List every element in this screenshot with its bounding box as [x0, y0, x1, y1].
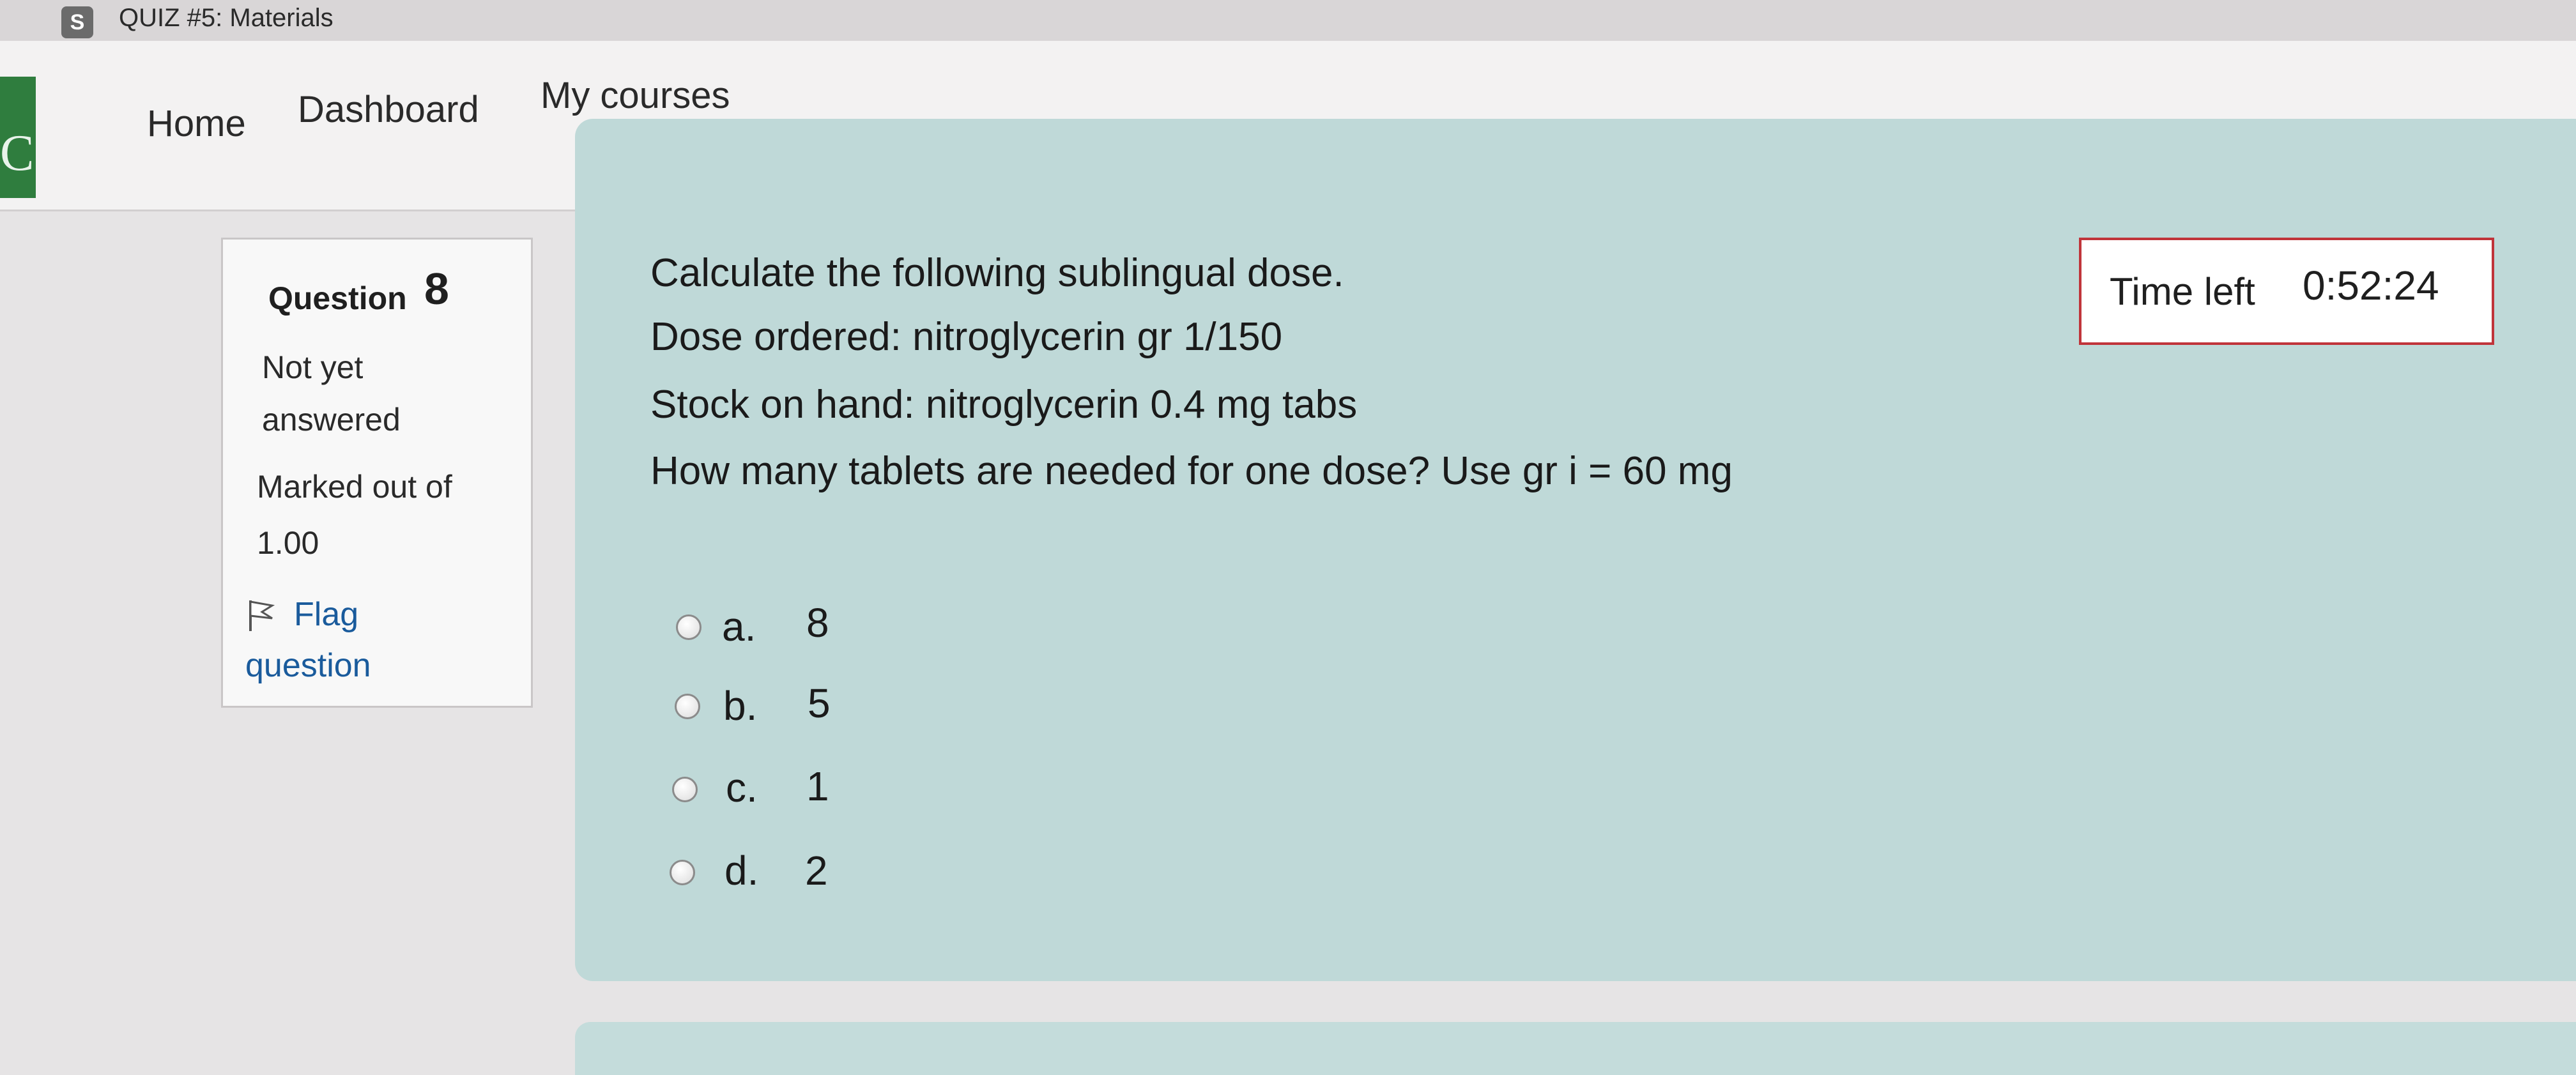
- option-d-letter: d.: [724, 848, 759, 894]
- question-text-line: Dose ordered: nitroglycerin gr 1/150: [650, 315, 1283, 359]
- option-d-value[interactable]: 2: [805, 847, 828, 894]
- nav-my-courses-link[interactable]: My courses: [540, 74, 730, 117]
- tab-favicon-icon: S: [61, 6, 93, 38]
- option-a-value[interactable]: 8: [806, 599, 829, 646]
- question-status: Not yet answered: [262, 349, 401, 438]
- question-text-line: Stock on hand: nitroglycerin 0.4 mg tabs: [650, 383, 1358, 427]
- browser-tab-bar: [0, 0, 2576, 42]
- browser-tab-title[interactable]: QUIZ #5: Materials: [119, 4, 334, 33]
- option-c-value[interactable]: 1: [806, 763, 829, 810]
- question-text-line: How many tablets are needed for one dose…: [650, 449, 1733, 493]
- option-a-letter: a.: [722, 604, 756, 650]
- option-b-radio[interactable]: [675, 694, 700, 719]
- option-d-radio[interactable]: [670, 860, 695, 885]
- question-text-line: Calculate the following sublingual dose.: [650, 251, 1344, 295]
- option-b-value[interactable]: 5: [808, 680, 831, 727]
- question-marked-out-of: Marked out of 1.00: [257, 469, 452, 561]
- option-a-radio[interactable]: [676, 614, 702, 640]
- option-b-letter: b.: [723, 683, 758, 729]
- option-c-radio[interactable]: [672, 777, 698, 802]
- timer-label: Time left: [2110, 270, 2255, 313]
- site-logo[interactable]: C: [0, 77, 36, 198]
- question-label: Question: [268, 280, 407, 316]
- question-number: 8: [424, 264, 449, 314]
- timer-value: 0:52:24: [2303, 263, 2439, 309]
- nav-home-link[interactable]: Home: [147, 102, 246, 145]
- next-content-panel: [575, 1022, 2576, 1075]
- option-c-letter: c.: [726, 765, 758, 811]
- nav-dashboard-link[interactable]: Dashboard: [298, 88, 479, 131]
- flag-question-link[interactable]: Flag question: [245, 589, 411, 691]
